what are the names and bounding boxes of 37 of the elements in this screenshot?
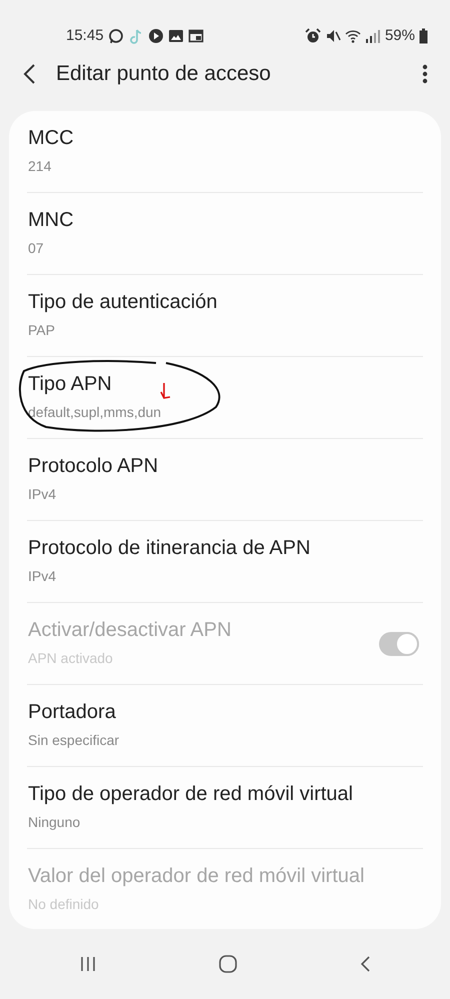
- back-icon[interactable]: [22, 63, 36, 85]
- setting-title[interactable]: MNC: [28, 208, 74, 232]
- home-icon[interactable]: [219, 955, 237, 973]
- setting-value: 07: [28, 239, 45, 258]
- image-icon: [168, 28, 184, 44]
- alarm-icon: [304, 28, 321, 44]
- page-title: Editar punto de acceso: [56, 61, 272, 88]
- mute-icon: [324, 28, 341, 44]
- setting-title[interactable]: Tipo de operador de red móvil virtual: [28, 782, 353, 806]
- setting-value: Sin especificar: [28, 731, 120, 750]
- recent-apps-icon[interactable]: [80, 956, 96, 972]
- battery-icon: [419, 28, 428, 44]
- play-icon: [148, 28, 164, 44]
- chat-icon: [108, 28, 124, 44]
- setting-title[interactable]: Tipo APN: [28, 372, 112, 396]
- signal-icon: [364, 28, 381, 44]
- setting-value: default,supl,mms,dun: [28, 403, 162, 422]
- back-icon[interactable]: [360, 956, 370, 972]
- setting-title[interactable]: Tipo de autenticación: [28, 290, 218, 314]
- setting-value: IPv4: [28, 485, 58, 504]
- setting-title[interactable]: Portadora: [28, 700, 116, 724]
- more-options-icon[interactable]: [422, 64, 428, 84]
- battery-percent: 59%: [384, 26, 415, 46]
- setting-title: Activar/desactivar APN: [28, 618, 232, 642]
- setting-title: Valor del operador de red móvil virtual: [28, 864, 364, 888]
- setting-title[interactable]: Protocolo de itinerancia de APN: [28, 536, 310, 560]
- music-note-icon: [128, 28, 144, 44]
- calendar-icon: [188, 28, 204, 44]
- setting-value: Ninguno: [28, 813, 82, 832]
- annotation-arrow-icon: [160, 382, 172, 400]
- wifi-icon: [344, 28, 361, 44]
- setting-value: IPv4: [28, 567, 58, 586]
- setting-value: PAP: [28, 321, 56, 340]
- setting-title[interactable]: MCC: [28, 126, 74, 150]
- setting-title[interactable]: Protocolo APN: [28, 454, 158, 478]
- status-time: 15:45: [66, 26, 104, 46]
- setting-value: 214: [28, 157, 52, 176]
